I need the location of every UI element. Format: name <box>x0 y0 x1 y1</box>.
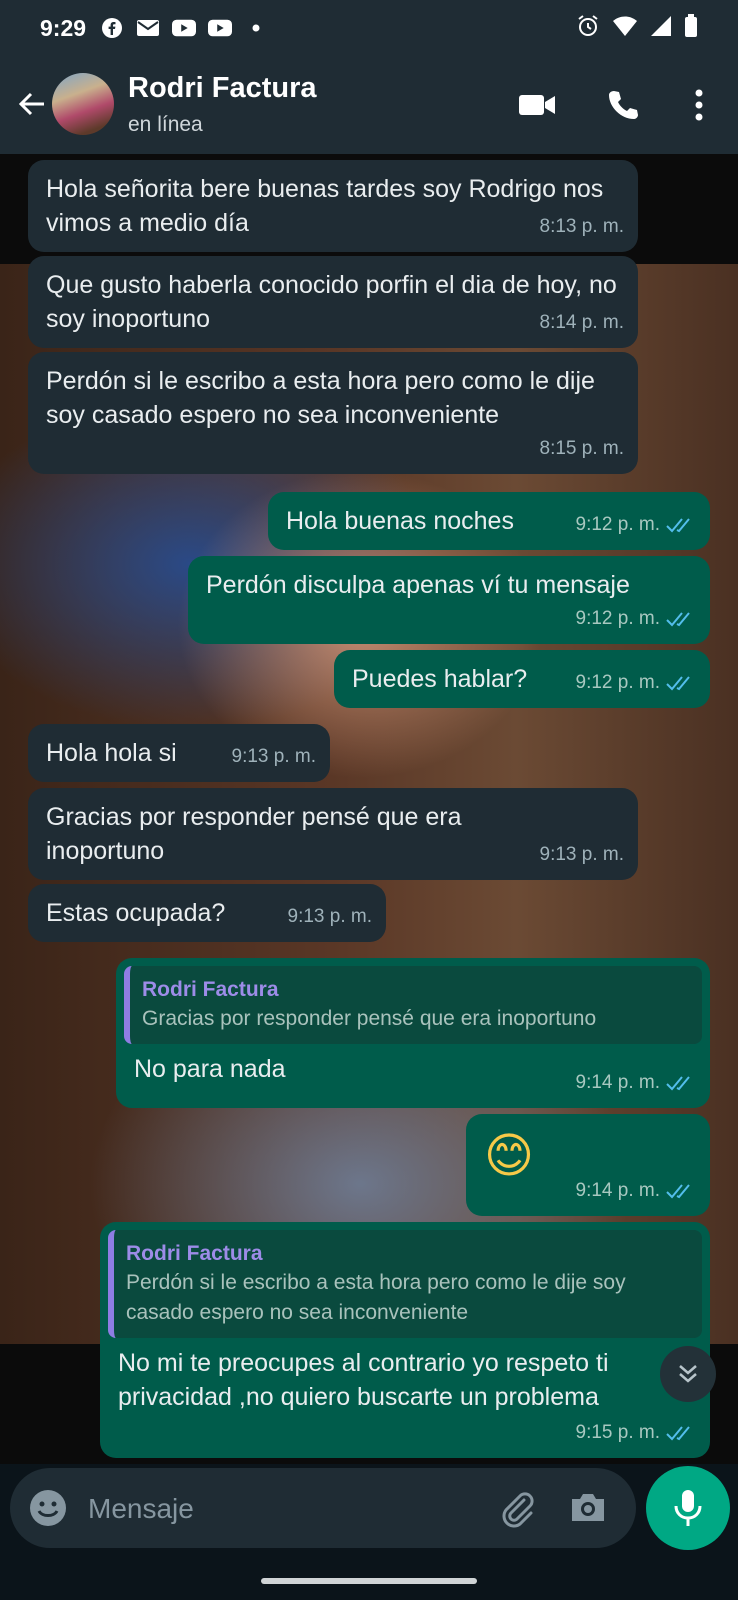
read-ticks-icon <box>666 1426 690 1441</box>
message-text: Perdón si le escribo a esta hora pero co… <box>46 367 595 429</box>
kebab-menu-icon <box>695 89 703 121</box>
message-bubble-outgoing-reply[interactable]: Rodri Factura Gracias por responder pens… <box>116 958 710 1108</box>
read-ticks-icon <box>666 612 690 627</box>
quoted-author: Rodri Factura <box>142 978 279 1001</box>
message-bubble-incoming[interactable]: Gracias por responder pensé que era inop… <box>28 788 638 880</box>
message-time: 8:15 p. m. <box>539 438 625 459</box>
home-indicator[interactable] <box>261 1578 477 1584</box>
message-box <box>10 1468 636 1548</box>
microphone-icon <box>674 1490 702 1526</box>
message-bubble-incoming[interactable]: Perdón si le escribo a esta hora pero co… <box>28 352 638 474</box>
message-bubble-outgoing[interactable]: Perdón disculpa apenas ví tu mensaje 9:1… <box>188 556 710 644</box>
message-text: Gracias por responder pensé que era inop… <box>46 803 462 865</box>
video-camera-icon <box>519 95 555 115</box>
back-button[interactable] <box>12 82 52 126</box>
message-text: No mi te preocupes al contrario yo respe… <box>118 1349 609 1411</box>
paperclip-icon <box>502 1492 534 1528</box>
avatar[interactable] <box>52 73 114 135</box>
wifi-icon <box>612 15 638 42</box>
contact-status: en línea <box>128 113 203 136</box>
message-bubble-outgoing-reply[interactable]: Rodri Factura Perdón si le escribo a est… <box>100 1222 710 1458</box>
signal-icon <box>650 15 672 42</box>
message-time: 9:15 p. m. <box>576 1416 697 1450</box>
quoted-text: Perdón si le escribo a esta hora pero co… <box>126 1271 626 1324</box>
battery-icon <box>684 14 698 43</box>
camera-button[interactable] <box>566 1486 610 1530</box>
more-options-button[interactable] <box>676 82 722 128</box>
status-bar: 9:29 <box>0 0 738 56</box>
message-input[interactable] <box>88 1490 468 1528</box>
message-bubble-incoming[interactable]: Hola hola si 9:13 p. m. <box>28 724 330 782</box>
message-text: Perdón disculpa apenas ví tu mensaje <box>206 571 630 599</box>
scroll-to-bottom-button[interactable] <box>660 1346 716 1402</box>
message-time: 8:14 p. m. <box>539 312 625 333</box>
voice-call-button[interactable] <box>600 82 646 128</box>
mail-icon <box>136 17 160 39</box>
message-time: 9:13 p. m. <box>287 906 373 927</box>
double-chevron-down-icon <box>679 1365 697 1383</box>
message-time: 9:13 p. m. <box>231 746 317 767</box>
dot-icon <box>244 17 268 39</box>
contact-name[interactable]: Rodri Factura <box>128 72 317 105</box>
message-bubble-incoming[interactable]: Estas ocupada? 9:13 p. m. <box>28 884 386 942</box>
read-ticks-icon <box>666 1184 690 1199</box>
quoted-author: Rodri Factura <box>126 1242 263 1265</box>
voice-message-button[interactable] <box>646 1466 730 1550</box>
message-time: 9:13 p. m. <box>539 844 625 865</box>
message-time: 9:14 p. m. <box>576 1066 697 1100</box>
emoji-button[interactable] <box>28 1488 68 1528</box>
message-time: 9:14 p. m. <box>576 1174 697 1208</box>
message-time: 9:12 p. m. <box>576 666 697 700</box>
read-ticks-icon <box>666 1076 690 1091</box>
message-time: 9:12 p. m. <box>576 602 697 636</box>
message-text: Que gusto haberla conocido porfin el dia… <box>46 271 617 333</box>
navigation-bar <box>0 1556 738 1600</box>
chat-header: Rodri Factura en línea <box>0 56 738 154</box>
back-arrow-icon <box>18 92 44 116</box>
camera-icon <box>572 1494 604 1521</box>
alarm-icon <box>576 14 600 43</box>
video-call-button[interactable] <box>514 82 560 128</box>
status-time: 9:29 <box>40 14 87 41</box>
message-text: Hola señorita bere buenas tardes soy Rod… <box>46 175 604 237</box>
message-time: 9:12 p. m. <box>576 508 697 542</box>
message-text: Hola buenas noches <box>286 507 514 535</box>
facebook-icon <box>100 17 124 39</box>
read-ticks-icon <box>666 676 690 691</box>
message-bubble-outgoing[interactable]: 😊 9:14 p. m. <box>466 1114 710 1216</box>
message-bubble-outgoing[interactable]: Hola buenas noches 9:12 p. m. <box>268 492 710 550</box>
youtube-icon <box>172 17 197 39</box>
smiley-icon <box>30 1490 66 1526</box>
attach-button[interactable] <box>494 1486 538 1530</box>
quoted-message[interactable]: Rodri Factura Gracias por responder pens… <box>124 966 702 1044</box>
read-ticks-icon <box>666 518 690 533</box>
message-time: 8:13 p. m. <box>539 216 625 237</box>
quoted-message[interactable]: Rodri Factura Perdón si le escribo a est… <box>108 1230 702 1338</box>
youtube-icon <box>208 17 233 39</box>
input-area <box>0 1464 738 1564</box>
message-bubble-incoming[interactable]: Hola señorita bere buenas tardes soy Rod… <box>28 160 638 252</box>
message-bubble-incoming[interactable]: Que gusto haberla conocido porfin el dia… <box>28 256 638 348</box>
phone-icon <box>609 91 638 119</box>
quoted-text: Gracias por responder pensé que era inop… <box>142 1007 597 1030</box>
message-bubble-outgoing[interactable]: Puedes hablar? 9:12 p. m. <box>334 650 710 708</box>
